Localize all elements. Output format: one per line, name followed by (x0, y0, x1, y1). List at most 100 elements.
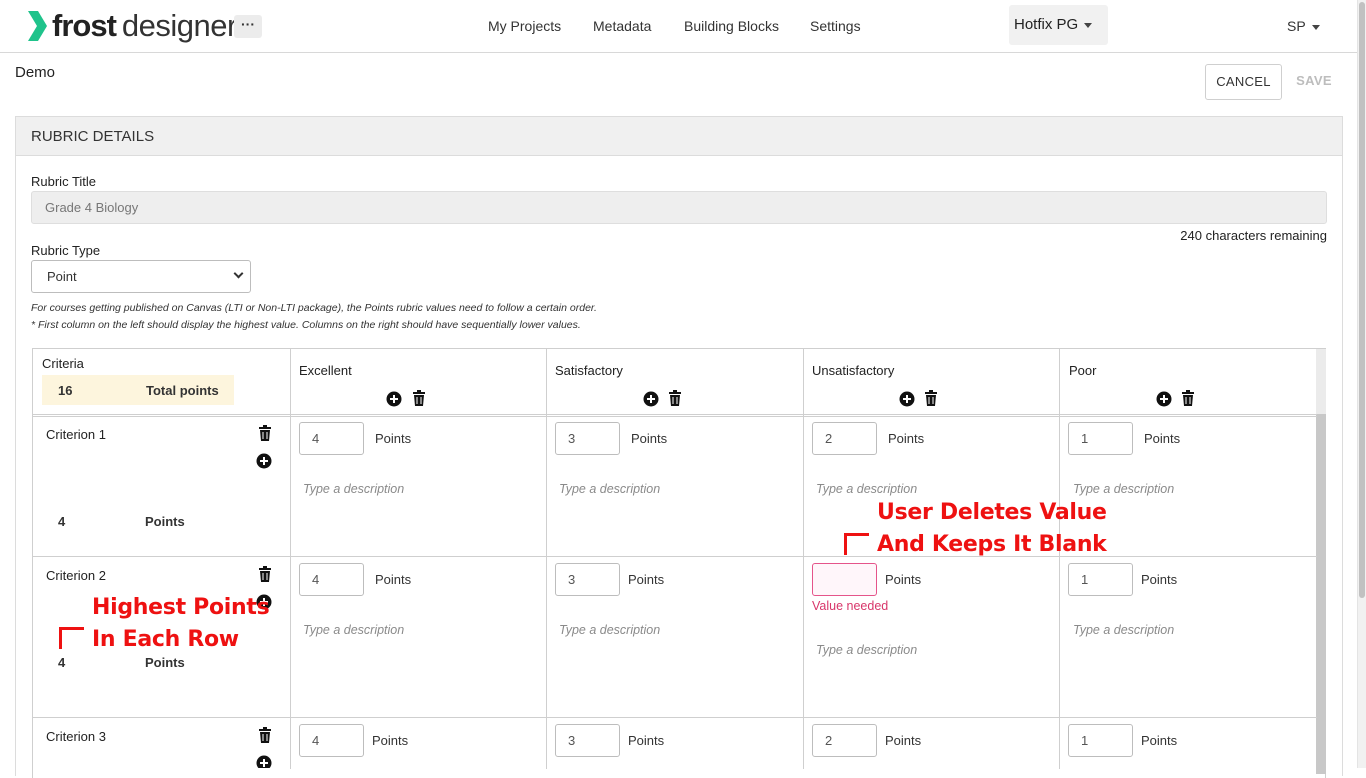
points-label: Points (885, 733, 922, 748)
caret-down-icon (1084, 22, 1093, 28)
grid-scrollbar-track[interactable] (1316, 349, 1326, 414)
annotation-deletes-line1: User Deletes Value (877, 500, 1107, 525)
add-column-icon[interactable] (386, 391, 402, 407)
points-label: Points (375, 431, 412, 446)
points-label: Points (628, 572, 665, 587)
trash-icon[interactable] (412, 390, 426, 406)
more-options-button[interactable]: ··· (234, 15, 262, 38)
rubric-type-select[interactable]: Point (31, 260, 251, 293)
top-navbar: frost designer ··· My Projects Metadata … (0, 0, 1357, 53)
annotation-highest-line2: In Each Row (92, 627, 239, 652)
trash-icon[interactable] (924, 390, 938, 406)
trash-icon[interactable] (258, 727, 272, 743)
description-field[interactable]: Type a description (559, 482, 660, 496)
points-input[interactable]: 1 (1068, 563, 1133, 596)
points-label: Points (372, 733, 409, 748)
points-label: Points (1141, 572, 1178, 587)
trash-icon[interactable] (258, 425, 272, 441)
chevron-right-logo-icon (28, 11, 47, 41)
points-input[interactable]: 2 (812, 724, 877, 757)
description-field[interactable]: Type a description (303, 482, 404, 496)
caret-down-icon (1311, 24, 1320, 30)
save-button[interactable]: SAVE (1286, 64, 1342, 100)
cancel-button[interactable]: CANCEL (1205, 64, 1282, 100)
points-input[interactable]: 4 (299, 422, 364, 455)
points-input[interactable]: 4 (299, 724, 364, 757)
points-input[interactable]: 2 (812, 422, 877, 455)
annotation-deletes-line2: And Keeps It Blank (877, 532, 1107, 557)
column-divider (546, 349, 547, 769)
row-divider (33, 414, 1317, 415)
chevron-down-icon (233, 268, 244, 279)
criterion-name[interactable]: Criterion 2 (46, 568, 106, 583)
rubric-title-input[interactable]: Grade 4 Biology (31, 191, 1327, 224)
row-divider (33, 717, 1317, 718)
environment-dropdown[interactable]: Hotfix PG (1009, 5, 1108, 45)
description-field[interactable]: Type a description (1073, 482, 1174, 496)
nav-building-blocks[interactable]: Building Blocks (684, 18, 779, 34)
points-label: Points (888, 431, 925, 446)
column-order-note: * First column on the left should displa… (31, 319, 581, 331)
trash-icon[interactable] (668, 390, 682, 406)
column-title-excellent[interactable]: Excellent (299, 363, 352, 378)
description-field[interactable]: Type a description (303, 623, 404, 637)
description-field[interactable]: Type a description (816, 482, 917, 496)
section-title: RUBRIC DETAILS (16, 117, 1342, 156)
nav-settings[interactable]: Settings (810, 18, 861, 34)
page-scrollbar-thumb[interactable] (1359, 2, 1365, 598)
points-input[interactable]: 3 (555, 724, 620, 757)
points-input[interactable]: 3 (555, 563, 620, 596)
points-input[interactable]: 3 (555, 422, 620, 455)
rubric-type-value: Point (47, 269, 77, 284)
nav-my-projects[interactable]: My Projects (488, 18, 561, 34)
criterion-points-label: Points (145, 514, 185, 529)
trash-icon[interactable] (1181, 390, 1195, 406)
add-row-icon[interactable] (256, 453, 272, 469)
column-divider (290, 349, 291, 769)
column-title-unsatisfactory[interactable]: Unsatisfactory (812, 363, 894, 378)
row-divider (33, 556, 1317, 557)
canvas-order-note: For courses getting published on Canvas … (31, 302, 597, 314)
column-divider (803, 349, 804, 769)
description-field[interactable]: Type a description (816, 643, 917, 657)
value-needed-error: Value needed (812, 599, 889, 613)
points-input-invalid[interactable] (812, 563, 877, 596)
points-label: Points (628, 733, 665, 748)
breadcrumb: Demo (15, 64, 56, 81)
total-points-label: Total points (146, 383, 219, 398)
logo-text-designer: designer (121, 8, 237, 43)
criterion-points-value: 4 (58, 655, 66, 670)
total-points-box: 16 Total points (42, 375, 234, 405)
characters-remaining: 240 characters remaining (1180, 228, 1327, 243)
add-column-icon[interactable] (899, 391, 915, 407)
user-initials: SP (1287, 18, 1306, 34)
points-label: Points (1144, 431, 1181, 446)
add-column-icon[interactable] (643, 391, 659, 407)
annotation-bracket (844, 533, 869, 555)
grid-scrollbar-thumb[interactable] (1316, 414, 1326, 774)
criterion-points-value: 4 (58, 514, 66, 529)
criterion-name[interactable]: Criterion 3 (46, 729, 106, 744)
environment-label: Hotfix PG (1014, 16, 1079, 33)
column-title-satisfactory[interactable]: Satisfactory (555, 363, 623, 378)
rubric-title-label: Rubric Title (31, 174, 97, 189)
description-field[interactable]: Type a description (1073, 623, 1174, 637)
column-title-poor[interactable]: Poor (1069, 363, 1096, 378)
criterion-name[interactable]: Criterion 1 (46, 427, 106, 442)
trash-icon[interactable] (258, 566, 272, 582)
points-input[interactable]: 1 (1068, 724, 1133, 757)
logo-text-frost: frost (52, 8, 117, 43)
rubric-type-label: Rubric Type (31, 243, 101, 258)
add-column-icon[interactable] (1156, 391, 1172, 407)
user-menu[interactable]: SP (1287, 18, 1320, 34)
nav-metadata[interactable]: Metadata (593, 18, 651, 34)
add-row-icon[interactable] (256, 755, 272, 768)
criteria-header: Criteria (42, 356, 84, 371)
frost-designer-logo[interactable]: frost designer (26, 8, 237, 43)
annotation-highest-line1: Highest Points (92, 595, 270, 620)
points-input[interactable]: 1 (1068, 422, 1133, 455)
description-field[interactable]: Type a description (559, 623, 660, 637)
points-input[interactable]: 4 (299, 563, 364, 596)
points-label: Points (1141, 733, 1178, 748)
row-divider (33, 416, 1317, 417)
